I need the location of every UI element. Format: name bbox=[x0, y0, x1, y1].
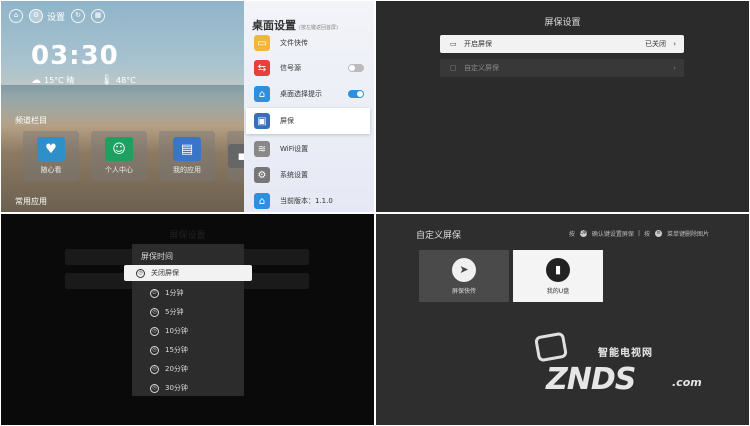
clock: 03:30 bbox=[31, 41, 119, 71]
time-option-15min[interactable]: ◷ 15分钟 bbox=[142, 342, 188, 358]
monitor-icon: ▣ bbox=[254, 113, 270, 129]
desktop-settings-screen: ⌂ ⚙ 设置 ↻ ▦ 03:30 ☁ 15°C 晴 🌡 48°C 频道栏目 ♥ 随心… bbox=[1, 1, 374, 212]
time-option-5min[interactable]: ◷ 5分钟 bbox=[142, 304, 183, 320]
desktop-settings-panel: 桌面设置 (按左键返回首屏) ▭ 文件快传 ⇆ 信号源 ⌂ 桌面选择提示 ▣ 屏保… bbox=[244, 1, 374, 212]
menu-key-icon: ≡ bbox=[654, 230, 662, 237]
gear-icon: ⚙ bbox=[254, 167, 270, 183]
custom-screensaver-screen: 自定义屏保 按 OK 确认键设置屏保 | 按 ≡ 菜单键删除图片 ➤ 屏保快传 … bbox=[376, 214, 749, 425]
clock-icon: ◷ bbox=[150, 307, 159, 317]
page-title: 屏保设置 bbox=[544, 18, 581, 28]
home-icon: ⌂ bbox=[254, 193, 270, 209]
chevron-right-icon: › bbox=[673, 64, 676, 72]
settings-label: 设置 bbox=[47, 12, 66, 23]
desktop-select-tip-toggle[interactable] bbox=[348, 90, 364, 98]
temperature-icon: 🌡 bbox=[100, 75, 114, 86]
top-bar: ⌂ ⚙ 设置 ↻ ▦ bbox=[9, 9, 106, 23]
time-option-20min[interactable]: ◷ 20分钟 bbox=[142, 361, 188, 377]
weather-item: ☁ 15°C 晴 bbox=[31, 75, 75, 86]
screensaver-time-popup: 屏保时间 ◷ 关闭屏保 ⏻ 1分钟 ◷ 5分钟 ◷ 10分钟 ◷ 15分钟 ◷ 20分钟 ◷… bbox=[124, 244, 252, 396]
setting-version: ⌂ 当前版本：1.1.0 bbox=[250, 188, 370, 212]
card-my-usb[interactable]: ▮ 我的U盘 bbox=[513, 250, 603, 302]
setting-signal-source[interactable]: ⇆ 信号源 bbox=[250, 55, 370, 81]
tile-row: ♥ 随心看 ☺ 个人中心 ▤ 我的应用 ▪ bbox=[23, 131, 257, 181]
page-title: 自定义屏保 bbox=[416, 231, 462, 241]
card-screensaver-transfer[interactable]: ➤ 屏保快传 bbox=[419, 250, 509, 302]
usb-icon: ▮ bbox=[546, 257, 570, 282]
setting-system[interactable]: ⚙ 系统设置 bbox=[250, 162, 370, 188]
screensaver-settings-screen: 屏保设置 ▭ 开启屏保 已关闭 › ▢ 自定义屏保 › bbox=[376, 1, 749, 212]
chevron-right-icon: › bbox=[673, 40, 676, 48]
clock-icon: ◷ bbox=[150, 345, 159, 355]
ok-key-icon: OK bbox=[579, 230, 588, 237]
weather-item: 🌡 48°C bbox=[100, 75, 136, 86]
telegram-icon: ➤ bbox=[452, 257, 476, 282]
gear-icon[interactable]: ⚙ bbox=[29, 9, 43, 23]
signal-source-toggle[interactable] bbox=[348, 64, 364, 72]
grid-icon[interactable]: ▦ bbox=[91, 9, 106, 23]
home-icon[interactable]: ⌂ bbox=[9, 9, 23, 23]
enable-screensaver-option[interactable]: ▭ 开启屏保 已关闭 › bbox=[440, 35, 684, 53]
setting-wifi[interactable]: ≋ WiFi设置 bbox=[250, 136, 370, 162]
setting-screensaver[interactable]: ▣ 屏保 bbox=[246, 108, 370, 134]
clock-icon: ◷ bbox=[136, 268, 145, 278]
watermark-logo: ZNDS bbox=[546, 362, 636, 397]
tile-personal-center[interactable]: ☺ 个人中心 bbox=[91, 131, 147, 181]
heart-icon: ♥ bbox=[37, 137, 65, 161]
home-icon: ⌂ bbox=[254, 86, 270, 102]
wifi-icon: ≋ bbox=[254, 141, 270, 157]
folder-icon: ▭ bbox=[254, 35, 270, 51]
tile-my-apps[interactable]: ▤ 我的应用 bbox=[159, 131, 215, 181]
watermark-brand: 智能电视网 bbox=[598, 348, 653, 359]
setting-desktop-select-tip[interactable]: ⌂ 桌面选择提示 bbox=[250, 81, 370, 107]
watermark-com: .com bbox=[672, 376, 702, 389]
screensaver-time-screen: 屏保设置 屏保时间 ◷ 关闭屏保 ⏻ 1分钟 ◷ 5分钟 ◷ 10分钟 ◷ 15分钟 ◷ 2… bbox=[1, 214, 374, 425]
time-option-10min[interactable]: ◷ 10分钟 bbox=[142, 323, 188, 339]
clock-icon: ◷ bbox=[150, 364, 159, 374]
time-option-1min[interactable]: ⏻ 1分钟 bbox=[142, 285, 183, 301]
weather-icon: ☁ bbox=[31, 75, 41, 86]
section-apps: 常用应用 bbox=[15, 197, 47, 206]
monitor-icon: ▭ bbox=[450, 40, 457, 48]
section-topics: 频道栏目 bbox=[15, 116, 47, 125]
custom-screensaver-option[interactable]: ▢ 自定义屏保 › bbox=[440, 59, 684, 77]
clock-icon: ◷ bbox=[150, 383, 159, 393]
key-hints: 按 OK 确认键设置屏保 | 按 ≡ 菜单键删除图片 bbox=[568, 230, 709, 238]
tv-logo-icon bbox=[533, 331, 569, 363]
refresh-icon[interactable]: ↻ bbox=[71, 9, 86, 23]
time-option-off[interactable]: ◷ 关闭屏保 bbox=[124, 265, 252, 281]
time-option-30min[interactable]: ◷ 30分钟 bbox=[142, 380, 188, 396]
image-icon: ▢ bbox=[450, 64, 457, 72]
popup-title: 屏保时间 bbox=[141, 252, 173, 261]
person-icon: ☺ bbox=[105, 137, 133, 161]
setting-file-transfer[interactable]: ▭ 文件快传 bbox=[250, 30, 370, 56]
signal-source-icon: ⇆ bbox=[254, 60, 270, 76]
clock-icon: ◷ bbox=[150, 326, 159, 336]
power-icon: ⏻ bbox=[150, 288, 159, 298]
tile-suixinkan[interactable]: ♥ 随心看 bbox=[23, 131, 79, 181]
weather-row: ☁ 15°C 晴 🌡 48°C bbox=[31, 75, 136, 86]
background-title: 屏保设置 bbox=[169, 231, 206, 241]
apps-icon: ▤ bbox=[173, 137, 201, 161]
